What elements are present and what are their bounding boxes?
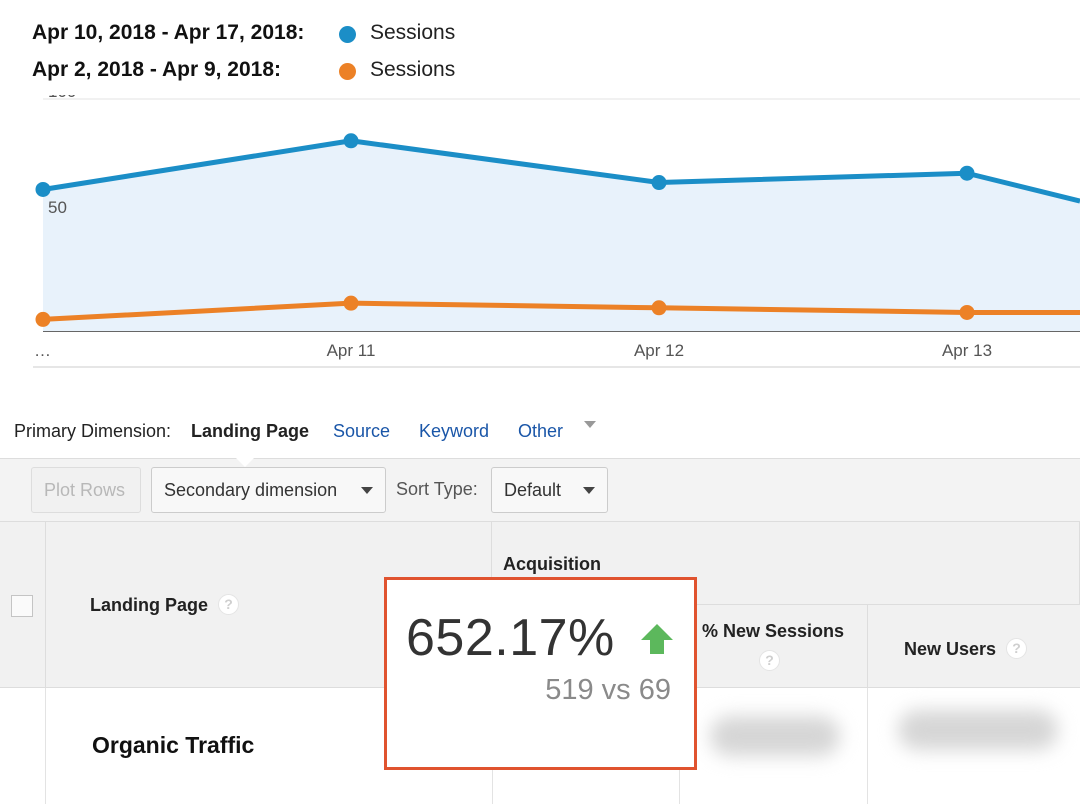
current-sessions-point (651, 175, 667, 191)
pct-new-sessions-value-cell (680, 688, 868, 804)
comparison-tooltip: 652.17% 519 vs 69 (384, 577, 697, 770)
sort-type-label: Sort Type: (396, 479, 478, 499)
pct-new-sessions-header[interactable]: % New Sessions ? (680, 605, 868, 688)
active-tab-notch (236, 458, 254, 467)
new-users-help-icon[interactable]: ? (1006, 638, 1027, 659)
row-label-organic-traffic[interactable]: Organic Traffic (92, 732, 254, 759)
comparison-values: 519 vs 69 (545, 674, 671, 706)
select-all-cell (0, 522, 46, 688)
pct-new-sessions-help-icon[interactable]: ? (759, 650, 780, 671)
legend-dot-current (339, 26, 356, 43)
secondary-dimension-chevron-down-icon (361, 487, 373, 494)
row-checkbox-cell (0, 688, 46, 804)
sessions-line-chart: 50 100 … Apr 11 Apr 12 Apr 13 (33, 95, 1080, 368)
x-tick-label: Apr 12 (634, 341, 684, 360)
primary-dimension-label: Primary Dimension: (14, 421, 172, 441)
sort-type-value: Default (504, 480, 562, 500)
current-sessions-point (343, 133, 359, 149)
primary-dimension-bar: Primary Dimension: Landing Page Source K… (14, 418, 714, 448)
sort-type-dropdown[interactable]: Default (491, 467, 608, 513)
secondary-dimension-label: Secondary dimension (164, 480, 338, 500)
sort-type-chevron-down-icon (583, 487, 595, 494)
previous-sessions-point (651, 300, 667, 316)
legend-dot-previous (339, 63, 356, 80)
dimension-source-link[interactable]: Source (333, 421, 390, 442)
plot-rows-button[interactable]: Plot Rows (31, 467, 141, 513)
current-sessions-point (959, 165, 975, 181)
landing-page-help-icon[interactable]: ? (218, 594, 239, 615)
secondary-dimension-dropdown[interactable]: Secondary dimension (151, 467, 386, 513)
x-tick-label: Apr 11 (327, 341, 376, 360)
new-users-header[interactable]: New Users ? (868, 605, 1080, 688)
legend-row-current: Apr 10, 2018 - Apr 17, 2018: Sessions (32, 18, 552, 55)
legend-range-current: Apr 10, 2018 - Apr 17, 2018: (32, 21, 305, 44)
landing-page-header-label: Landing Page (90, 595, 209, 615)
select-all-checkbox[interactable] (11, 595, 33, 617)
blurred-value (710, 716, 840, 756)
dimension-other-link[interactable]: Other (518, 421, 563, 442)
dimension-landing-page[interactable]: Landing Page (191, 421, 309, 442)
previous-sessions-point (343, 295, 359, 311)
legend-series-current: Sessions (370, 21, 456, 44)
legend-range-previous: Apr 2, 2018 - Apr 9, 2018: (32, 58, 282, 81)
legend-row-previous: Apr 2, 2018 - Apr 9, 2018: Sessions (32, 55, 552, 92)
previous-sessions-point (959, 304, 975, 320)
percent-change-value: 652.17% (406, 609, 615, 667)
arrow-up-icon (641, 624, 673, 654)
blurred-value (898, 710, 1058, 750)
current-sessions-point (35, 181, 51, 197)
previous-sessions-point (35, 311, 51, 327)
x-tick-label: … (34, 341, 51, 360)
y-tick-label: 50 (48, 198, 67, 217)
x-tick-label: Apr 13 (942, 341, 992, 360)
table-toolbar: Plot Rows Secondary dimension Sort Type:… (0, 458, 1080, 522)
legend-series-previous: Sessions (370, 58, 456, 81)
chart-legend: Apr 10, 2018 - Apr 17, 2018: Sessions Ap… (32, 18, 552, 92)
new-users-header-label: New Users (904, 639, 997, 659)
other-chevron-down-icon[interactable] (584, 421, 596, 428)
new-users-value-cell (868, 688, 1080, 804)
y-tick-label: 100 (48, 95, 76, 101)
pct-new-sessions-header-label: % New Sessions (702, 621, 845, 641)
dimension-keyword-link[interactable]: Keyword (419, 421, 489, 442)
acquisition-header-label: Acquisition (503, 554, 601, 574)
